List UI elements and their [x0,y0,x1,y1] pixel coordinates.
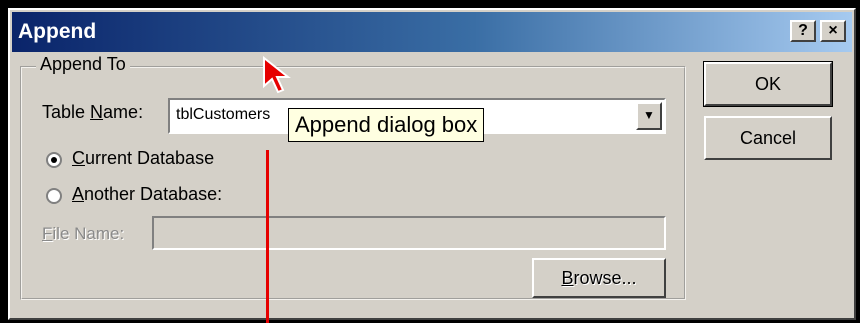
table-name-value: tblCustomers [176,106,271,123]
dialog-title: Append [18,20,97,43]
arrow-cursor-icon [263,56,291,94]
file-name-field[interactable] [152,216,666,250]
table-name-label: Table Name: [42,102,144,122]
current-database-radio[interactable] [46,152,62,168]
title-bar[interactable]: Append ? × [12,12,852,52]
callout-label: Append dialog box [288,108,485,142]
callout-pointer-line [266,150,269,323]
file-name-label: File Name: [42,224,125,243]
chevron-down-icon[interactable]: ▼ [636,102,662,130]
another-database-label[interactable]: Another Database: [72,184,222,205]
append-to-label: Append To [36,54,130,75]
close-button[interactable]: × [820,20,846,42]
help-button[interactable]: ? [790,20,816,42]
current-database-label[interactable]: Current Database [72,148,214,169]
another-database-radio[interactable] [46,188,62,204]
cancel-button[interactable]: Cancel [704,116,832,160]
ok-button[interactable]: OK [703,61,833,107]
browse-button[interactable]: Browse... [532,258,666,298]
